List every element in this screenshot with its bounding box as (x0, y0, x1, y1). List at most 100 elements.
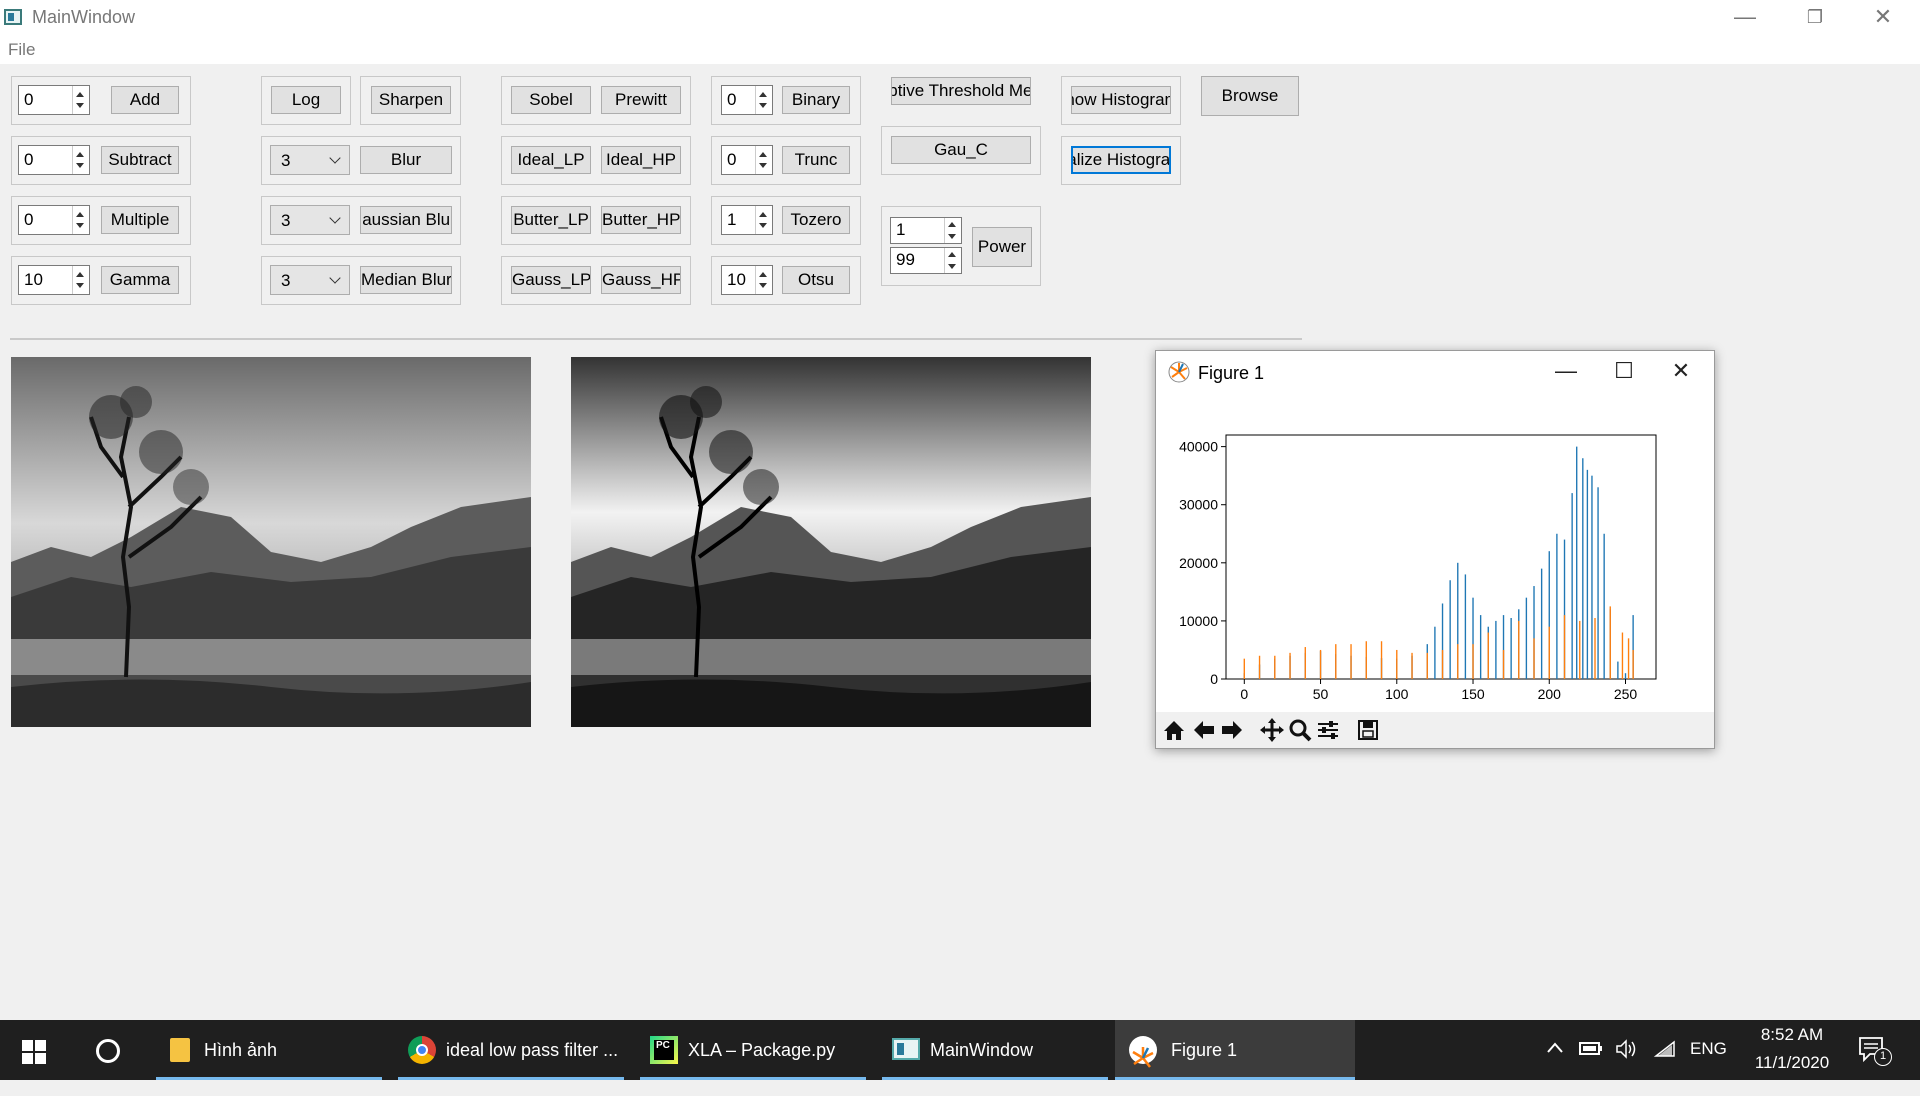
power-c-spinbox[interactable]: 1 (890, 217, 962, 244)
clock-date[interactable]: 11/1/2020 (1745, 1053, 1839, 1073)
subtract-button[interactable]: Subtract (101, 146, 179, 174)
butter-hp-button[interactable]: Butter_HP (601, 206, 681, 234)
minimize-button[interactable]: — (1710, 0, 1780, 34)
forward-arrow-icon[interactable] (1218, 716, 1246, 744)
bar-series-0-29 (1556, 533, 1558, 679)
bar-series-1-16 (1487, 632, 1489, 679)
zoom-icon[interactable] (1286, 716, 1314, 744)
butter-lp-button[interactable]: Butter_LP (511, 206, 591, 234)
pan-icon[interactable] (1258, 716, 1286, 744)
blur-button[interactable]: Blur (360, 146, 452, 174)
language-indicator[interactable]: ENG (1690, 1039, 1727, 1059)
tozero-button[interactable]: Tozero (782, 206, 850, 234)
menu-file[interactable]: File (8, 40, 35, 60)
figure-minimize-button[interactable]: — (1538, 351, 1594, 391)
taskbar-item-mainwindow[interactable]: MainWindow (882, 1020, 1108, 1080)
bar-series-1-24 (1609, 606, 1611, 679)
home-icon[interactable] (1160, 716, 1188, 744)
trunc-spinbox[interactable]: 0 (721, 145, 773, 175)
taskbar-item-explorer[interactable]: Hình ảnh (156, 1020, 382, 1080)
show-histogram-button[interactable]: Show Histogram (1071, 86, 1171, 114)
add-button[interactable]: Add (111, 86, 179, 114)
gauss-filter-group: Gauss_LP Gauss_HP (501, 256, 691, 305)
y-axis: 0 10000 20000 30000 40000 (1179, 439, 1226, 687)
sharpen-button[interactable]: Sharpen (371, 86, 451, 114)
clock-time[interactable]: 8:52 AM (1752, 1025, 1832, 1045)
figure-maximize-button[interactable]: ☐ (1596, 351, 1652, 391)
figure-close-button[interactable]: ✕ (1653, 351, 1709, 391)
log-group: Log (261, 76, 351, 125)
subtract-spinbox[interactable]: 0 (18, 145, 90, 175)
y-tick-label-4: 40000 (1179, 439, 1218, 455)
bar-series-1-21 (1563, 615, 1566, 679)
blur-kernel-select[interactable]: 3 (270, 145, 350, 175)
otsu-button[interactable]: Otsu (782, 266, 850, 294)
multiple-button[interactable]: Multiple (101, 206, 179, 234)
bar-series-1-10 (1396, 649, 1398, 679)
y-tick-label-0: 0 (1210, 671, 1218, 687)
back-arrow-icon[interactable] (1190, 716, 1218, 744)
bar-series-1-13 (1441, 649, 1444, 679)
sobel-button[interactable]: Sobel (511, 86, 591, 114)
power-button[interactable]: Power (972, 227, 1032, 267)
trunc-button[interactable]: Trunc (782, 146, 850, 174)
speaker-icon[interactable] (1614, 1038, 1640, 1060)
gamma-button[interactable]: Gamma (101, 266, 179, 294)
gaussian-blur-button[interactable]: Gaussian Blur (360, 206, 452, 234)
binary-spinbox[interactable]: 0 (721, 85, 773, 115)
configure-subplots-icon[interactable] (1314, 716, 1342, 744)
equalize-histogram-group: Equalize Histogram (1061, 136, 1181, 185)
wifi-icon[interactable] (1652, 1038, 1678, 1060)
x-tick-label-3: 150 (1461, 686, 1485, 702)
bar-series-1-6 (1335, 644, 1337, 679)
gauss-lp-button[interactable]: Gauss_LP (511, 266, 591, 294)
y-tick-label-2: 20000 (1179, 555, 1218, 571)
notification-icon[interactable]: 1 (1858, 1036, 1892, 1066)
figure-window: Figure 1 — ☐ ✕ 0 50 100 150 200 250 0 10000 200… (1155, 350, 1715, 749)
restore-button[interactable]: ❐ (1780, 0, 1850, 34)
taskbar-item-pycharm[interactable]: PC XLA – Package.py (640, 1020, 866, 1080)
bar-series-1-22 (1579, 620, 1581, 679)
binary-button[interactable]: Binary (782, 86, 850, 114)
power-gamma-spinbox[interactable]: 99 (890, 247, 962, 274)
gaussian-kernel-select[interactable]: 3 (270, 205, 350, 235)
otsu-spinbox[interactable]: 10 (721, 265, 773, 295)
bar-series-1-5 (1319, 649, 1322, 679)
median-kernel-select[interactable]: 3 (270, 265, 350, 295)
add-group: 0 Add (11, 76, 191, 125)
ideal-group: Ideal_LP Ideal_HP (501, 136, 691, 185)
tozero-spinbox[interactable]: 1 (721, 205, 773, 235)
adaptive-mean-group: Adaptive Threshold Mean (881, 70, 1041, 116)
search-circle-icon[interactable] (96, 1039, 120, 1063)
prewitt-button[interactable]: Prewitt (601, 86, 681, 114)
chrome-icon (408, 1036, 436, 1064)
original-image (11, 357, 531, 727)
adaptive-threshold-mean-button[interactable]: Adaptive Threshold Mean (891, 77, 1031, 105)
butterworth-group: Butter_LP Butter_HP (501, 196, 691, 245)
gau-c-button[interactable]: Gau_C (891, 136, 1031, 164)
equalize-histogram-button[interactable]: Equalize Histogram (1071, 146, 1171, 174)
bar-series-0-36 (1597, 487, 1599, 679)
ideal-lp-button[interactable]: Ideal_LP (511, 146, 591, 174)
chevron-down-icon (329, 152, 341, 164)
log-button[interactable]: Log (271, 86, 341, 114)
taskbar-item-chrome[interactable]: ideal low pass filter ... (398, 1020, 624, 1080)
gauss-hp-button[interactable]: Gauss_HP (601, 266, 681, 294)
chevron-up-icon[interactable] (1545, 1038, 1565, 1058)
multiple-spinbox[interactable]: 0 (18, 205, 90, 235)
add-spinbox[interactable]: 0 (18, 85, 90, 115)
median-blur-button[interactable]: Median Blur (360, 266, 452, 294)
gamma-spinbox[interactable]: 10 (18, 265, 90, 295)
close-button[interactable]: ✕ (1848, 0, 1918, 34)
taskbar-item-figure[interactable]: Figure 1 (1115, 1020, 1355, 1080)
save-icon[interactable] (1354, 716, 1382, 744)
bar-series-0-15 (1449, 580, 1451, 679)
ideal-hp-button[interactable]: Ideal_HP (601, 146, 681, 174)
browse-button[interactable]: Browse (1201, 76, 1299, 116)
notification-count: 1 (1874, 1048, 1892, 1066)
gamma-group: 10 Gamma (11, 256, 191, 305)
windows-start-icon[interactable] (22, 1040, 46, 1064)
figure-title: Figure 1 (1198, 363, 1265, 383)
battery-icon[interactable] (1578, 1038, 1604, 1058)
bar-series-1-2 (1274, 655, 1276, 679)
